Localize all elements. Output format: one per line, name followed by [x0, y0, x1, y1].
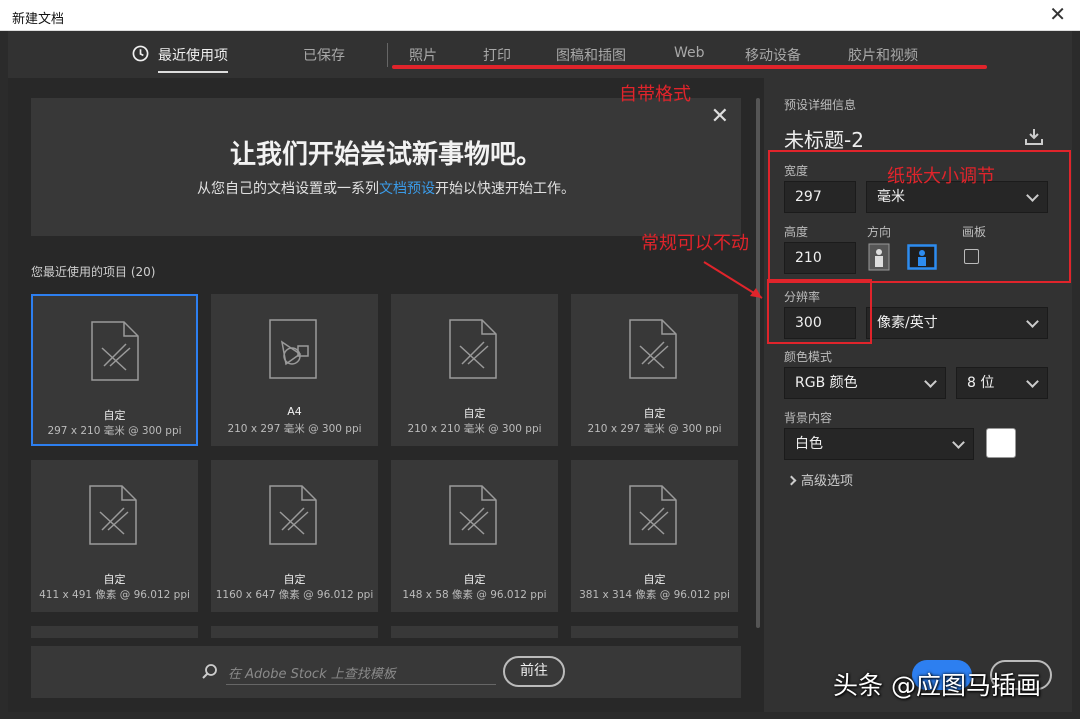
recent-item-card[interactable]: A4 210 x 297 毫米 @ 300 ppi — [211, 294, 378, 446]
recent-item-card-partial[interactable] — [31, 626, 198, 638]
presets-pane: ✕ 让我们开始尝试新事物吧。 从您自己的文档设置或一系列文档预设开始以快速开始工… — [8, 78, 764, 712]
card-details: 210 x 210 毫米 @ 300 ppi — [407, 423, 542, 435]
welcome-banner: ✕ 让我们开始尝试新事物吧。 从您自己的文档设置或一系列文档预设开始以快速开始工… — [31, 98, 741, 236]
bit-depth-select[interactable]: 8 位 — [956, 367, 1048, 399]
stock-search-bar: 在 Adobe Stock 上查找模板 前往 — [31, 646, 741, 698]
welcome-subtitle: 从您自己的文档设置或一系列文档预设开始以快速开始工作。 — [197, 181, 575, 197]
card-name: A4 — [287, 405, 302, 418]
card-name: 自定 — [463, 407, 486, 420]
watermark: 头条 @应图马插画 — [833, 671, 1041, 700]
clock-icon — [132, 45, 149, 62]
document-ruler-icon — [89, 485, 137, 545]
card-name: 自定 — [643, 407, 666, 420]
document-name-field[interactable]: 未标题-2 — [784, 124, 864, 153]
tab-web[interactable]: Web — [674, 45, 705, 61]
document-ruler-icon — [629, 319, 677, 379]
recent-item-card[interactable]: 自定 148 x 58 像素 @ 96.012 ppi — [391, 460, 558, 612]
background-color-swatch[interactable] — [986, 428, 1016, 458]
document-shapes-icon — [269, 319, 317, 379]
card-details: 411 x 491 像素 @ 96.012 ppi — [39, 589, 190, 601]
recent-item-card[interactable]: 自定 297 x 210 毫米 @ 300 ppi — [31, 294, 198, 446]
background-label: 背景内容 — [784, 411, 833, 425]
search-underline — [226, 684, 496, 685]
recent-item-card[interactable]: 自定 210 x 297 毫米 @ 300 ppi — [571, 294, 738, 446]
card-name: 自定 — [283, 573, 306, 586]
chevron-down-icon — [1026, 375, 1039, 388]
tab-recent[interactable]: 最近使用项 — [132, 45, 228, 73]
document-ruler-icon — [449, 485, 497, 545]
card-name: 自定 — [103, 409, 126, 422]
annotation-default: 常规可以不动 — [641, 233, 749, 254]
chevron-down-icon — [1026, 315, 1039, 328]
card-details: 210 x 297 毫米 @ 300 ppi — [227, 423, 362, 435]
card-name: 自定 — [643, 573, 666, 586]
chevron-down-icon — [924, 375, 937, 388]
annotation-underline — [392, 65, 987, 69]
window-title: 新建文档 — [12, 12, 65, 27]
document-presets-link[interactable]: 文档预设 — [379, 181, 435, 197]
card-details: 210 x 297 毫米 @ 300 ppi — [587, 423, 722, 435]
card-details: 1160 x 647 像素 @ 96.012 ppi — [215, 589, 374, 601]
tab-divider — [387, 43, 388, 67]
card-name: 自定 — [103, 573, 126, 586]
search-icon — [202, 664, 217, 679]
annotation-paper-size: 纸张大小调节 — [887, 166, 995, 187]
save-preset-icon[interactable] — [1024, 128, 1044, 146]
annotation-box-resolution — [767, 279, 872, 344]
tab-photo[interactable]: 照片 — [409, 45, 437, 65]
close-icon[interactable]: ✕ — [1049, 4, 1066, 24]
close-icon[interactable]: ✕ — [711, 104, 729, 129]
chevron-right-icon — [786, 475, 797, 486]
recent-item-card[interactable]: 自定 411 x 491 像素 @ 96.012 ppi — [31, 460, 198, 612]
title-bar: 新建文档 ✕ — [0, 0, 1080, 31]
tab-art-illustration[interactable]: 图稿和插图 — [556, 45, 626, 65]
document-ruler-icon — [449, 319, 497, 379]
welcome-heading: 让我们开始尝试新事物吧。 — [229, 140, 542, 170]
resolution-unit-select[interactable]: 像素/英寸 — [866, 307, 1048, 339]
advanced-options-toggle[interactable]: 高级选项 — [786, 470, 853, 489]
recent-item-card[interactable]: 自定 381 x 314 像素 @ 96.012 ppi — [571, 460, 738, 612]
document-ruler-icon — [269, 485, 317, 545]
recent-item-card[interactable]: 自定 210 x 210 毫米 @ 300 ppi — [391, 294, 558, 446]
tab-film-video[interactable]: 胶片和视频 — [848, 45, 918, 65]
annotation-format: 自带格式 — [619, 84, 691, 105]
recent-items-count: (20) — [130, 265, 156, 279]
card-details: 148 x 58 像素 @ 96.012 ppi — [402, 589, 547, 601]
chevron-down-icon — [952, 436, 965, 449]
preset-details-title: 预设详细信息 — [784, 98, 857, 112]
card-details: 297 x 210 毫米 @ 300 ppi — [47, 425, 182, 437]
recent-item-card-partial[interactable] — [211, 626, 378, 638]
presets-scrollbar[interactable] — [756, 98, 760, 628]
color-mode-select[interactable]: RGB 颜色 — [784, 367, 946, 399]
recent-items-title: 您最近使用的项目 (20) — [31, 265, 156, 279]
go-button[interactable]: 前往 — [503, 656, 565, 687]
preset-tab-bar: 最近使用项 已保存 照片 打印 图稿和插图 Web 移动设备 胶片和视频 — [8, 31, 1072, 78]
active-tab-underline — [158, 71, 228, 73]
tab-print[interactable]: 打印 — [483, 45, 511, 65]
tab-mobile[interactable]: 移动设备 — [745, 45, 801, 65]
tab-label: 最近使用项 — [158, 48, 228, 64]
document-ruler-icon — [629, 485, 677, 545]
recent-item-card[interactable]: 自定 1160 x 647 像素 @ 96.012 ppi — [211, 460, 378, 612]
tab-saved[interactable]: 已保存 — [303, 45, 345, 65]
card-details: 381 x 314 像素 @ 96.012 ppi — [579, 589, 730, 601]
stock-search-input[interactable]: 在 Adobe Stock 上查找模板 — [228, 663, 396, 682]
document-ruler-icon — [91, 321, 139, 381]
new-document-dialog: 新建文档 ✕ 最近使用项 已保存 照片 打印 图稿和插图 Web 移动设备 胶片… — [0, 0, 1080, 719]
background-contents-select[interactable]: 白色 — [784, 428, 974, 460]
recent-item-card-partial[interactable] — [391, 626, 558, 638]
recent-item-card-partial[interactable] — [571, 626, 738, 638]
card-name: 自定 — [463, 573, 486, 586]
color-mode-label: 颜色模式 — [784, 350, 833, 364]
